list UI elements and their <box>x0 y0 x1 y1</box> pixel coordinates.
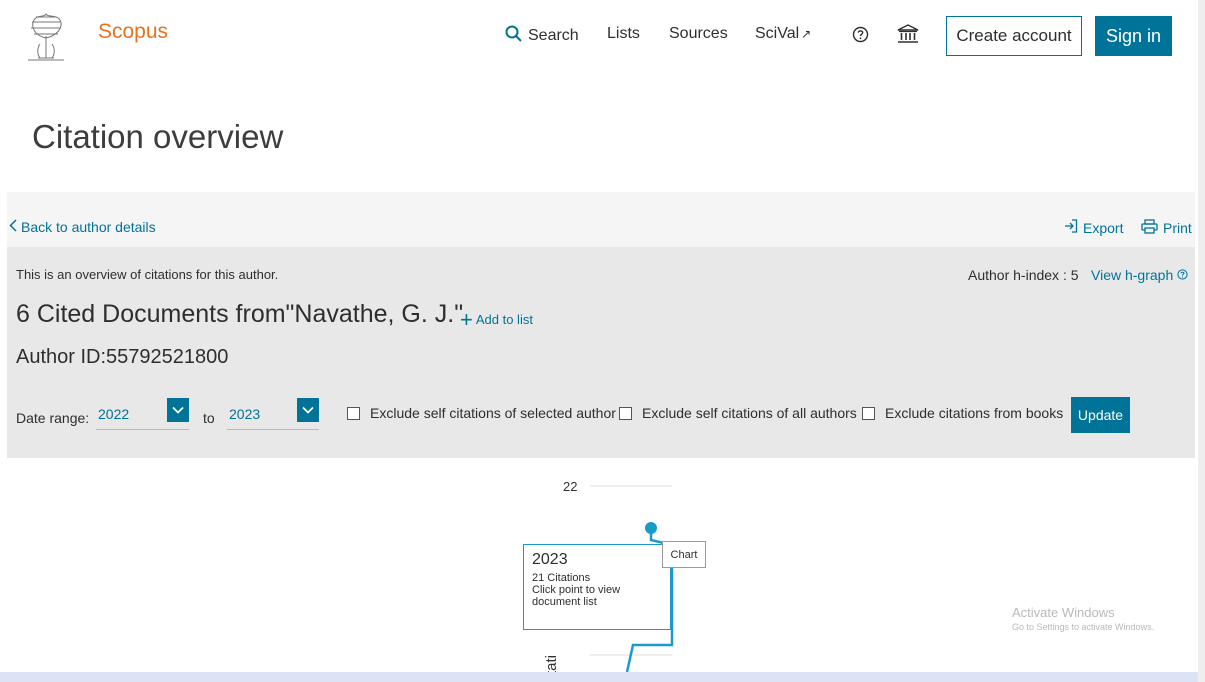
export-label: Export <box>1083 219 1124 236</box>
h-graph-label: View h-graph <box>1091 267 1174 283</box>
exclude-self-all-label: Exclude self citations of all authors <box>642 405 857 421</box>
nav-search-label: Search <box>528 27 579 44</box>
nav-lists[interactable]: Lists <box>607 25 640 43</box>
search-icon <box>505 25 522 47</box>
toolbar-panel <box>7 192 1195 247</box>
update-button[interactable]: Update <box>1071 397 1130 433</box>
export-button[interactable]: Export <box>1064 219 1123 236</box>
page-title: Citation overview <box>32 118 284 155</box>
printer-icon <box>1141 219 1158 237</box>
export-icon <box>1064 219 1078 236</box>
data-point <box>645 522 657 534</box>
help-icon <box>1177 267 1188 283</box>
help-icon[interactable] <box>852 26 869 48</box>
tooltip-year: 2023 <box>532 551 568 568</box>
y-tick-label: 22 <box>563 479 577 494</box>
nav-sources[interactable]: Sources <box>669 25 728 43</box>
y-axis-label: tati <box>543 655 560 672</box>
tooltip-hint: Click point to view document list <box>532 584 621 608</box>
author-h-index: Author h-index : 5 <box>968 267 1079 283</box>
print-label: Print <box>1163 220 1192 236</box>
to-year-value: 2023 <box>229 405 261 422</box>
elsevier-logo[interactable] <box>22 8 70 64</box>
chevron-down-icon <box>297 398 319 422</box>
view-h-graph-link[interactable]: View h-graph <box>1091 267 1188 283</box>
date-range-to-select[interactable]: 2023 <box>227 398 319 430</box>
create-account-button[interactable]: Create account <box>946 16 1082 56</box>
date-range-from-select[interactable]: 2022 <box>96 398 189 430</box>
add-to-list-label: Add to list <box>475 312 533 327</box>
add-to-list-button[interactable]: + Add to list <box>460 306 533 332</box>
exclude-books-checkbox[interactable]: Exclude citations from books <box>862 405 1063 421</box>
chevron-down-icon <box>167 398 189 422</box>
exclude-self-selected-label: Exclude self citations of selected autho… <box>370 405 616 421</box>
back-to-author-link[interactable]: Back to author details <box>9 219 156 235</box>
checkbox-box[interactable] <box>347 406 360 420</box>
tooltip-citations: 21 Citations <box>532 572 591 584</box>
nav-scival-label: SciVal <box>755 25 800 42</box>
date-range-label: Date range: <box>16 410 90 426</box>
from-year-value: 2022 <box>98 405 130 422</box>
checkbox-box[interactable] <box>862 406 875 420</box>
to-label: to <box>203 410 215 426</box>
chart-tooltip[interactable]: 2023 21 Citations Click point to view do… <box>523 544 671 630</box>
chart-label-badge: Chart <box>662 541 706 568</box>
print-button[interactable]: Print <box>1141 219 1192 237</box>
sign-in-button[interactable]: Sign in <box>1095 16 1172 56</box>
back-link-label: Back to author details <box>21 219 156 235</box>
nav-search[interactable]: Search <box>505 25 579 47</box>
cited-documents-title: 6 Cited Documents from"Navathe, G. J." <box>16 300 464 328</box>
nav-scival[interactable]: SciVal ↗ <box>755 25 811 43</box>
overview-description: This is an overview of citations for thi… <box>16 267 279 282</box>
exclude-books-label: Exclude citations from books <box>885 405 1064 421</box>
scopus-brand[interactable]: Scopus <box>98 20 168 44</box>
watermark-line1: Activate Windows <box>1012 605 1115 620</box>
chevron-left-icon <box>9 219 17 235</box>
checkbox-box[interactable] <box>619 406 632 420</box>
watermark-line2: Go to Settings to activate Windows. <box>1012 622 1155 632</box>
institution-icon[interactable] <box>897 24 919 49</box>
taskbar[interactable] <box>0 672 1198 682</box>
windows-activation-watermark: Activate Windows Go to Settings to activ… <box>1012 605 1154 632</box>
exclude-self-all-checkbox[interactable]: Exclude self citations of all authors <box>619 405 857 421</box>
author-id: Author ID:55792521800 <box>16 346 229 368</box>
external-link-icon: ↗ <box>801 27 812 41</box>
plus-icon: + <box>460 306 473 332</box>
exclude-self-selected-checkbox[interactable]: Exclude self citations of selected autho… <box>347 405 616 421</box>
